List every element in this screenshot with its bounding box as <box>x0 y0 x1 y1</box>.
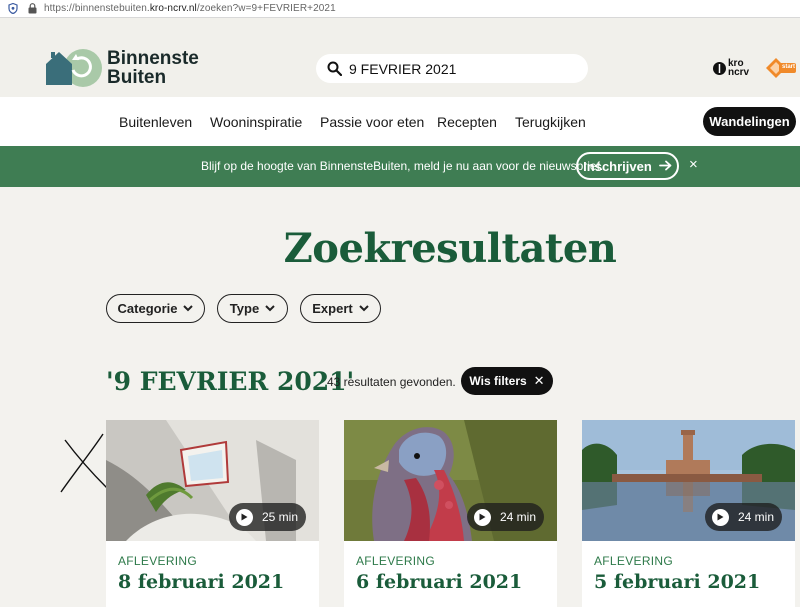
filter-expert-label: Expert <box>312 301 353 316</box>
play-icon <box>474 508 491 526</box>
npo-start-text: start <box>782 64 796 70</box>
result-card[interactable]: 25 min AFLEVERING 8 februari 2021 <box>106 420 319 607</box>
close-icon[interactable]: × <box>689 156 698 173</box>
duration-text: 24 min <box>738 510 775 524</box>
card-title[interactable]: 8 februari 2021 <box>118 571 284 593</box>
newsletter-banner: Blijf op de hoogte van BinnensteBuiten, … <box>0 146 800 187</box>
search-icon[interactable] <box>327 61 343 77</box>
duration-badge[interactable]: 25 min <box>229 503 306 531</box>
site-header: Binnenste Buiten 9 FEVRIER 2021 kro ncrv… <box>0 18 800 97</box>
filter-expert[interactable]: Expert <box>300 294 381 323</box>
site-logo[interactable]: Binnenste Buiten <box>43 48 199 88</box>
lock-icon <box>26 3 38 15</box>
search-input[interactable]: 9 FEVRIER 2021 <box>316 54 588 83</box>
arrow-right-icon <box>658 158 672 175</box>
clear-filters-button[interactable]: Wis filters ✕ <box>461 367 553 395</box>
close-icon: ✕ <box>533 373 545 388</box>
filter-categorie[interactable]: Categorie <box>106 294 205 323</box>
result-card[interactable]: 24 min AFLEVERING 6 februari 2021 <box>344 420 557 607</box>
card-type: AFLEVERING <box>356 554 436 568</box>
duration-text: 25 min <box>262 510 299 524</box>
card-title[interactable]: 5 februari 2021 <box>594 571 760 593</box>
duration-text: 24 min <box>500 510 537 524</box>
npo-start-logo[interactable]: start <box>765 57 797 84</box>
newsletter-message: Blijf op de hoogte van BinnensteBuiten, … <box>201 159 604 173</box>
handwritten-x-mark <box>60 433 108 493</box>
kro-logo-icon <box>713 61 726 75</box>
result-card[interactable]: 24 min AFLEVERING 5 februari 2021 <box>582 420 795 607</box>
logo-line-2: Buiten <box>107 67 167 88</box>
play-icon <box>712 508 729 526</box>
kro-ncrv-logo[interactable]: kro ncrv <box>713 59 750 78</box>
address-bar[interactable]: https://binnenstebuiten.kro-ncrv.nl/zoek… <box>0 0 800 18</box>
result-count: 43 resultaten gevonden. <box>327 375 456 389</box>
ncrv-text: ncrv <box>728 67 750 78</box>
nav-item-terugkijken[interactable]: Terugkijken <box>515 114 586 130</box>
main-nav: Buitenleven Wooninspiratie Passie voor e… <box>0 97 800 146</box>
subscribe-label: Inschrijven <box>583 158 652 174</box>
duration-badge[interactable]: 24 min <box>467 503 544 531</box>
nav-item-wooninspiratie[interactable]: Wooninspiratie <box>210 114 302 130</box>
filter-type-label: Type <box>229 301 260 316</box>
chevron-down-icon <box>183 303 194 315</box>
clear-filters-label: Wis filters <box>469 374 527 388</box>
search-value[interactable]: 9 FEVRIER 2021 <box>349 61 456 77</box>
filter-categorie-label: Categorie <box>117 301 178 316</box>
filter-type[interactable]: Type <box>217 294 288 323</box>
chevron-down-icon <box>359 303 369 315</box>
card-title[interactable]: 6 februari 2021 <box>356 571 522 593</box>
logo-line-1: Binnenste <box>107 48 199 69</box>
wandelingen-button[interactable]: Wandelingen <box>703 107 796 136</box>
card-type: AFLEVERING <box>118 554 198 568</box>
nav-item-recepten[interactable]: Recepten <box>437 114 497 130</box>
nav-item-buitenleven[interactable]: Buitenleven <box>119 114 192 130</box>
shield-icon[interactable] <box>6 2 20 16</box>
nav-item-passie-voor-eten[interactable]: Passie voor eten <box>320 114 424 130</box>
duration-badge[interactable]: 24 min <box>705 503 782 531</box>
logo-mark-icon <box>46 49 102 87</box>
subscribe-button[interactable]: Inschrijven <box>576 152 679 180</box>
page-title: Zoekresultaten <box>283 225 617 272</box>
play-icon <box>236 508 253 526</box>
chevron-down-icon <box>265 303 275 315</box>
search-query-heading: '9 FEVRIER 2021' <box>106 367 355 396</box>
card-type: AFLEVERING <box>594 554 674 568</box>
url-text[interactable]: https://binnenstebuiten.kro-ncrv.nl/zoek… <box>44 3 336 14</box>
